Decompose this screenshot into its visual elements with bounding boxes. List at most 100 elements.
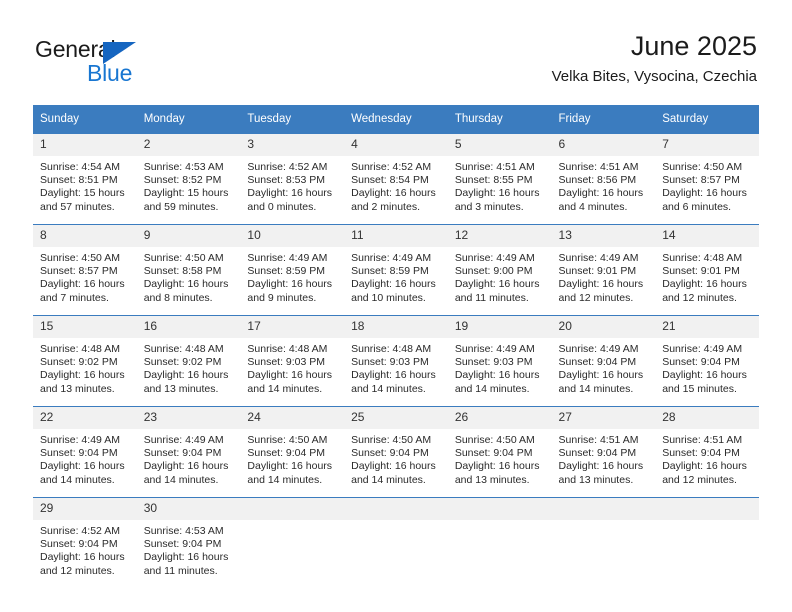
day-sunrise-line: Sunrise: 4:50 AM — [143, 252, 224, 264]
calendar-day-cell[interactable]: 18 Sunrise: 4:48 AM Sunset: 9:03 PM Dayligh… — [344, 316, 448, 407]
day-sunset-line: Sunset: 9:04 PM — [558, 356, 637, 369]
day-cell-inner — [655, 498, 759, 588]
day-number: 10 — [240, 225, 345, 247]
day-daylight-line: and 13 minutes. — [40, 382, 115, 395]
day-sunrise-line: Sunrise: 4:51 AM — [558, 161, 639, 173]
day-number: 9 — [136, 225, 241, 247]
day-number: 30 — [136, 498, 241, 520]
calendar-day-cell[interactable]: 30 Sunrise: 4:53 AM Sunset: 9:04 PM Dayligh… — [136, 498, 241, 589]
day-sun-info: Sunrise: 4:51 AM Sunset: 8:55 PM Daylight:… — [448, 156, 552, 214]
calendar-day-cell[interactable]: 26 Sunrise: 4:50 AM Sunset: 9:04 PM Dayligh… — [447, 407, 552, 498]
weekday-header-saturday: Saturday — [655, 105, 759, 134]
day-sunset-line: Sunset: 8:59 PM — [247, 265, 326, 278]
day-number: 23 — [136, 407, 241, 429]
day-cell-inner: 30 Sunrise: 4:53 AM Sunset: 9:04 PM Dayligh… — [136, 498, 241, 588]
day-cell-inner: 1 Sunrise: 4:54 AM Sunset: 8:51 PM Daylight… — [33, 134, 137, 224]
calendar-day-cell[interactable]: 9 Sunrise: 4:50 AM Sunset: 8:58 PM Daylight… — [136, 225, 241, 316]
day-sunset-line: Sunset: 9:04 PM — [351, 447, 429, 460]
day-sun-info: Sunrise: 4:48 AM Sunset: 9:02 PM Daylight:… — [137, 338, 241, 396]
calendar-page: General Blue June 2025 Velka Bites, Vyso… — [0, 0, 792, 612]
day-cell-inner: 5 Sunrise: 4:51 AM Sunset: 8:55 PM Daylight… — [447, 134, 552, 224]
day-sun-info: Sunrise: 4:50 AM Sunset: 9:04 PM Daylight:… — [448, 429, 552, 487]
day-cell-inner: 2 Sunrise: 4:53 AM Sunset: 8:52 PM Daylight… — [136, 134, 241, 224]
calendar-day-cell[interactable]: 22 Sunrise: 4:49 AM Sunset: 9:04 PM Dayligh… — [33, 407, 137, 498]
day-sun-info — [552, 520, 656, 525]
day-sunrise-line: Sunrise: 4:48 AM — [40, 343, 120, 355]
day-sunset-line: Sunset: 9:04 PM — [662, 356, 740, 369]
day-daylight-line: Daylight: 16 hours — [351, 369, 436, 382]
calendar-day-cell[interactable]: 11 Sunrise: 4:49 AM Sunset: 8:59 PM Dayligh… — [344, 225, 448, 316]
day-sunrise-line: Sunrise: 4:52 AM — [40, 525, 120, 537]
day-cell-inner: 9 Sunrise: 4:50 AM Sunset: 8:58 PM Daylight… — [136, 225, 241, 315]
calendar-day-cell[interactable]: 21 Sunrise: 4:49 AM Sunset: 9:04 PM Dayligh… — [655, 316, 759, 407]
calendar-day-cell[interactable]: 6 Sunrise: 4:51 AM Sunset: 8:56 PM Daylight… — [551, 134, 656, 225]
day-sun-info — [655, 520, 759, 525]
day-sunset-line: Sunset: 8:57 PM — [662, 174, 740, 187]
calendar-day-cell[interactable]: 10 Sunrise: 4:49 AM Sunset: 8:59 PM Dayligh… — [240, 225, 345, 316]
calendar-day-cell[interactable]: 28 Sunrise: 4:51 AM Sunset: 9:04 PM Dayligh… — [655, 407, 759, 498]
calendar-day-cell[interactable]: 15 Sunrise: 4:48 AM Sunset: 9:02 PM Dayligh… — [33, 316, 137, 407]
calendar-day-cell[interactable]: 27 Sunrise: 4:51 AM Sunset: 9:04 PM Dayligh… — [551, 407, 656, 498]
calendar-day-cell[interactable]: 17 Sunrise: 4:48 AM Sunset: 9:03 PM Dayligh… — [240, 316, 345, 407]
calendar-day-cell[interactable]: 24 Sunrise: 4:50 AM Sunset: 9:04 PM Dayligh… — [240, 407, 345, 498]
calendar-day-cell[interactable]: 4 Sunrise: 4:52 AM Sunset: 8:54 PM Daylight… — [344, 134, 448, 225]
day-sunset-line: Sunset: 9:00 PM — [454, 265, 533, 278]
day-number: 2 — [136, 134, 241, 156]
calendar-day-cell[interactable]: 29 Sunrise: 4:52 AM Sunset: 9:04 PM Dayligh… — [33, 498, 137, 589]
day-sunrise-line: Sunrise: 4:49 AM — [558, 343, 639, 355]
day-daylight-line: Daylight: 16 hours — [558, 278, 644, 291]
calendar-day-cell[interactable]: 12 Sunrise: 4:49 AM Sunset: 9:00 PM Dayligh… — [447, 225, 552, 316]
weekday-header-wednesday: Wednesday — [344, 105, 448, 134]
title-block: June 2025 Velka Bites, Vysocina, Czechia — [552, 30, 757, 87]
day-daylight-line: Daylight: 16 hours — [351, 187, 436, 200]
calendar-day-cell[interactable]: 23 Sunrise: 4:49 AM Sunset: 9:04 PM Dayligh… — [136, 407, 241, 498]
calendar-day-cell[interactable]: 8 Sunrise: 4:50 AM Sunset: 8:57 PM Daylight… — [33, 225, 137, 316]
day-sun-info: Sunrise: 4:54 AM Sunset: 8:51 PM Daylight:… — [33, 156, 137, 214]
day-sunrise-line: Sunrise: 4:49 AM — [247, 252, 328, 264]
day-number: 19 — [447, 316, 552, 338]
day-daylight-line: and 7 minutes. — [40, 291, 109, 304]
calendar-day-cell[interactable]: 25 Sunrise: 4:50 AM Sunset: 9:04 PM Dayligh… — [344, 407, 448, 498]
day-sun-info: Sunrise: 4:49 AM Sunset: 9:00 PM Daylight:… — [448, 247, 552, 305]
general-blue-logo[interactable]: General Blue — [35, 36, 235, 88]
day-sun-info: Sunrise: 4:49 AM Sunset: 8:59 PM Daylight:… — [344, 247, 448, 305]
day-sunrise-line: Sunrise: 4:53 AM — [143, 525, 224, 537]
day-number: 27 — [551, 407, 656, 429]
day-cell-inner: 21 Sunrise: 4:49 AM Sunset: 9:04 PM Dayligh… — [655, 316, 759, 406]
day-sun-info: Sunrise: 4:50 AM Sunset: 8:58 PM Daylight:… — [137, 247, 241, 305]
day-sunrise-line: Sunrise: 4:48 AM — [247, 343, 328, 355]
day-sun-info: Sunrise: 4:49 AM Sunset: 9:03 PM Daylight:… — [448, 338, 552, 396]
day-sun-info: Sunrise: 4:53 AM Sunset: 8:52 PM Daylight:… — [137, 156, 241, 214]
day-sunrise-line: Sunrise: 4:48 AM — [351, 343, 432, 355]
day-cell-inner: 3 Sunrise: 4:52 AM Sunset: 8:53 PM Daylight… — [240, 134, 345, 224]
calendar-day-cell[interactable]: 7 Sunrise: 4:50 AM Sunset: 8:57 PM Daylight… — [655, 134, 759, 225]
day-sun-info — [448, 520, 552, 525]
day-cell-inner: 26 Sunrise: 4:50 AM Sunset: 9:04 PM Dayligh… — [447, 407, 552, 497]
day-number: 1 — [33, 134, 137, 156]
calendar-day-cell[interactable]: 14 Sunrise: 4:48 AM Sunset: 9:01 PM Dayligh… — [655, 225, 759, 316]
day-daylight-line: and 13 minutes. — [454, 473, 530, 486]
day-sunset-line: Sunset: 9:04 PM — [40, 538, 118, 551]
calendar-day-cell[interactable]: 20 Sunrise: 4:49 AM Sunset: 9:04 PM Dayligh… — [551, 316, 656, 407]
day-daylight-line: Daylight: 16 hours — [662, 369, 747, 382]
day-cell-inner: 29 Sunrise: 4:52 AM Sunset: 9:04 PM Dayligh… — [33, 498, 137, 588]
calendar-day-cell-empty — [344, 498, 448, 589]
calendar-day-cell[interactable]: 13 Sunrise: 4:49 AM Sunset: 9:01 PM Dayligh… — [551, 225, 656, 316]
day-daylight-line: Daylight: 16 hours — [454, 460, 540, 473]
calendar-day-cell[interactable]: 16 Sunrise: 4:48 AM Sunset: 9:02 PM Dayligh… — [136, 316, 241, 407]
day-number: 18 — [344, 316, 448, 338]
day-sun-info: Sunrise: 4:51 AM Sunset: 9:04 PM Daylight:… — [655, 429, 759, 487]
day-sunrise-line: Sunrise: 4:49 AM — [454, 343, 535, 355]
day-number: 28 — [655, 407, 759, 429]
calendar-week-row: 29 Sunrise: 4:52 AM Sunset: 9:04 PM Dayligh… — [33, 497, 759, 589]
day-sunrise-line: Sunrise: 4:51 AM — [454, 161, 535, 173]
day-cell-inner: 15 Sunrise: 4:48 AM Sunset: 9:02 PM Dayligh… — [33, 316, 137, 406]
calendar-day-cell[interactable]: 5 Sunrise: 4:51 AM Sunset: 8:55 PM Daylight… — [447, 134, 552, 225]
day-sunset-line: Sunset: 9:03 PM — [454, 356, 533, 369]
calendar-day-cell[interactable]: 2 Sunrise: 4:53 AM Sunset: 8:52 PM Daylight… — [136, 134, 241, 225]
calendar-day-cell[interactable]: 3 Sunrise: 4:52 AM Sunset: 8:53 PM Daylight… — [240, 134, 345, 225]
day-number: 3 — [240, 134, 345, 156]
calendar-day-cell[interactable]: 19 Sunrise: 4:49 AM Sunset: 9:03 PM Dayligh… — [447, 316, 552, 407]
day-cell-inner — [240, 498, 345, 588]
calendar-day-cell[interactable]: 1 Sunrise: 4:54 AM Sunset: 8:51 PM Daylight… — [33, 134, 137, 225]
